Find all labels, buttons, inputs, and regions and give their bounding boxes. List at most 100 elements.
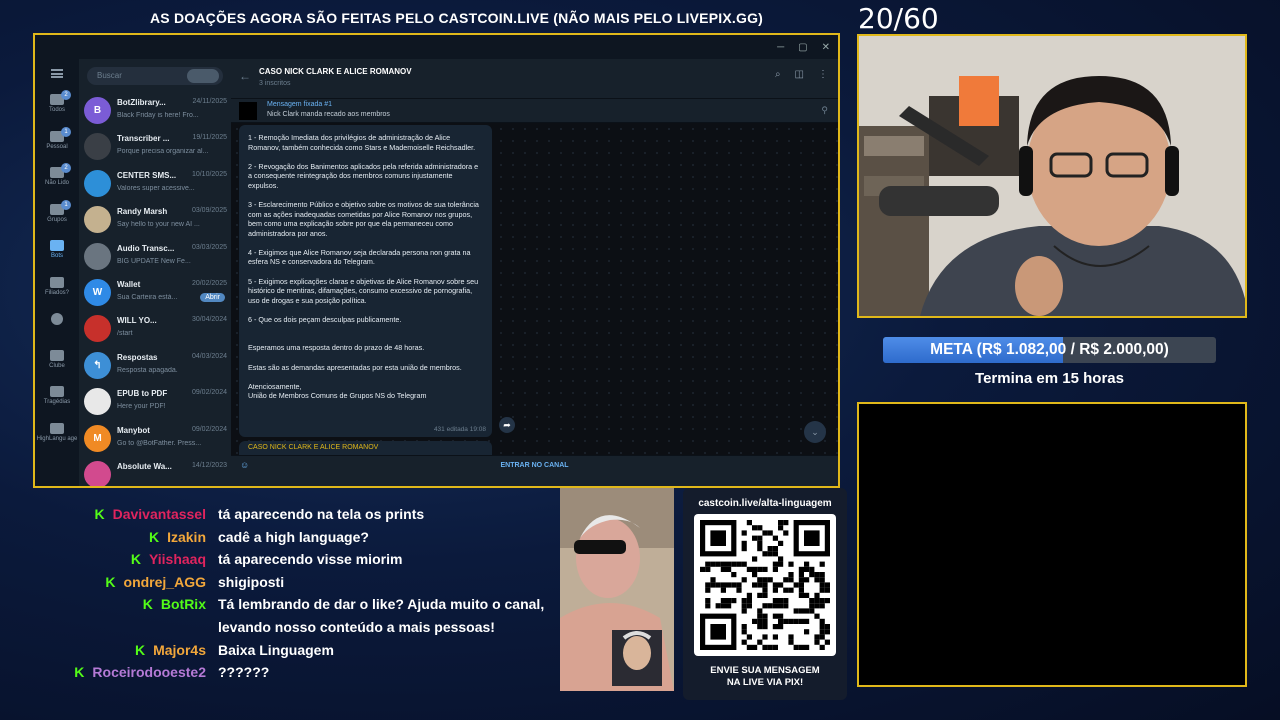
search-icon[interactable]: ⌕ [775, 69, 781, 80]
chat-name: CENTER SMS... [117, 170, 177, 180]
more-options-icon[interactable]: ⋮ [818, 69, 828, 80]
chat-user: K Izakin [149, 529, 212, 545]
guest-video [560, 488, 674, 691]
chat-message: tá aparecendo na tela os prints [218, 506, 425, 522]
qr-module [778, 561, 784, 567]
chat-list-item[interactable]: B BotZlibrary... 24/11/2025 Black Friday is… [79, 93, 231, 129]
minimize-icon[interactable]: ─ [777, 42, 784, 53]
chat-list-item[interactable]: CENTER SMS... 10/10/2025 Valores super ace… [79, 166, 231, 202]
chat-list-item[interactable]: Randy Marsh 03/09/2025 Say hello to your n… [79, 202, 231, 238]
chat-list-item[interactable]: W Wallet 20/02/2025 Sua Carteira está... Abr… [79, 275, 231, 311]
folder-2[interactable]: Pessoal 1 [35, 126, 79, 150]
qr-module [731, 561, 737, 567]
channel-title[interactable]: CASO NICK CLARK E ALICE ROMANOV [259, 67, 412, 76]
folder-1[interactable]: Todos 2 [35, 90, 79, 113]
folder-6[interactable]: Filiados? [35, 276, 79, 296]
folder-icon [50, 276, 64, 288]
qr-module [783, 520, 789, 526]
qr-module [793, 644, 799, 650]
qr-module [778, 582, 784, 588]
qr-module [767, 546, 773, 552]
next-message-bubble[interactable]: CASO NICK CLARK E ALICE ROMANOV [239, 441, 492, 455]
chat-avatar: W [84, 279, 111, 306]
qr-module [783, 618, 789, 624]
chat-username[interactable]: BotRix [161, 596, 206, 612]
folder-label: Não Lido [44, 180, 70, 186]
chat-list-item[interactable]: EPUB to PDF 09/02/2024 Here your PDF! [79, 384, 231, 420]
qr-module [798, 566, 804, 572]
chat-message: cadê a high language? [218, 528, 369, 545]
chat-user: Kondrej_AGG [105, 574, 212, 590]
message-paragraph: Atenciosamente, União de Membros Comuns … [248, 381, 427, 401]
message-paragraph: 3 - Esclarecimento Público e objetivo so… [248, 199, 479, 238]
chat-name: Audio Transc... [117, 243, 175, 253]
sidebar-toggle-icon[interactable]: ◫ [795, 69, 804, 80]
qr-module [778, 598, 784, 604]
qr-module [746, 520, 752, 526]
close-icon[interactable]: ✕ [822, 42, 830, 53]
qr-module [762, 551, 768, 557]
chat-avatar [84, 315, 111, 343]
chat-list-item[interactable]: Audio Transc... 03/03/2025 BIG UPDATE New … [79, 239, 231, 275]
message-bubble[interactable]: 1 - Remoção Imediata dos privilégios de … [239, 125, 492, 437]
qr-module [705, 582, 711, 588]
qr-module [788, 634, 794, 640]
qr-module [736, 561, 742, 567]
folder-10[interactable]: HighLangu age [35, 422, 79, 442]
qr-module [757, 566, 763, 572]
qr-module [772, 613, 778, 619]
qr-module [726, 598, 732, 604]
folder-3[interactable]: Não Lido 2 [35, 163, 79, 186]
chat-list-item[interactable]: WILL YO... 30/04/2024/start [79, 311, 231, 347]
chat-list-item[interactable]: ↰ Respostas 04/03/2024 Resposta apagada. [79, 348, 231, 384]
folder-5[interactable]: Bots [35, 240, 79, 259]
chat-list-item[interactable]: M Manybot 09/02/2024 Go to @BotFather. Pres… [79, 421, 231, 457]
scroll-down-icon[interactable]: ⌄ [804, 421, 826, 443]
qr-module [762, 587, 768, 593]
open-app-button[interactable]: Abrir [200, 293, 225, 302]
message-area: 1 - Remoção Imediata dos privilégios de … [231, 123, 838, 455]
qr-module [824, 639, 830, 645]
folder-4[interactable]: Grupos 1 [35, 199, 79, 223]
qr-module [752, 618, 758, 624]
qr-code[interactable] [694, 514, 836, 656]
folder-8[interactable]: Clube [35, 349, 79, 369]
chat-username[interactable]: Izakin [167, 529, 206, 545]
qr-module [705, 561, 711, 567]
pinned-message-bar[interactable]: Mensagem fixada #1 Nick Clark manda reca… [231, 99, 838, 123]
pin-list-icon[interactable]: ⚲ [821, 105, 828, 116]
maximize-icon[interactable]: ▢ [798, 42, 807, 53]
qr-module [741, 629, 747, 635]
qr-module [757, 639, 763, 645]
chat-list-item[interactable]: Transcriber ... 19/11/2025 Porque precisa … [79, 129, 231, 165]
subscriber-counter: 20/60 [858, 2, 939, 35]
qr-module [819, 561, 825, 567]
stories-avatars[interactable] [187, 69, 219, 83]
chat-name: Wallet [117, 280, 141, 289]
forward-icon[interactable]: ➦ [499, 417, 515, 433]
chat-username[interactable]: Yiishaaq [149, 551, 206, 567]
qr-module [757, 535, 763, 541]
chat-list: Buscar B BotZlibrary... 24/11/2025 Black Fr… [79, 59, 231, 486]
qr-module [793, 618, 799, 624]
join-channel-button[interactable]: ENTRAR NO CANAL [231, 462, 838, 469]
back-arrow-icon[interactable]: ← [239, 69, 251, 83]
qr-module [804, 629, 810, 635]
folder-7[interactable] [35, 313, 79, 327]
search-input[interactable]: Buscar [87, 67, 223, 85]
chat-list-item[interactable]: Absolute Wa... 14/12/2023 [79, 457, 231, 486]
chat-username[interactable]: Davivantassel [113, 506, 206, 522]
chat-username[interactable]: Major4s [153, 642, 206, 658]
chat-user: K Yiishaaq [131, 551, 212, 567]
qr-module [772, 603, 778, 609]
chat-username[interactable]: Roceirodooeste2 [92, 664, 206, 680]
chat-username[interactable]: ondrej_AGG [124, 574, 206, 590]
qr-module [798, 608, 804, 614]
pinned-body: Nick Clark manda recado aos membros [267, 111, 390, 118]
menu-icon[interactable] [51, 69, 63, 78]
chat-preview: /start [117, 330, 133, 338]
folder-9[interactable]: Tragédias [35, 386, 79, 405]
qr-module [736, 582, 742, 588]
qr-module [772, 598, 778, 604]
chat-avatar: B [84, 97, 111, 124]
